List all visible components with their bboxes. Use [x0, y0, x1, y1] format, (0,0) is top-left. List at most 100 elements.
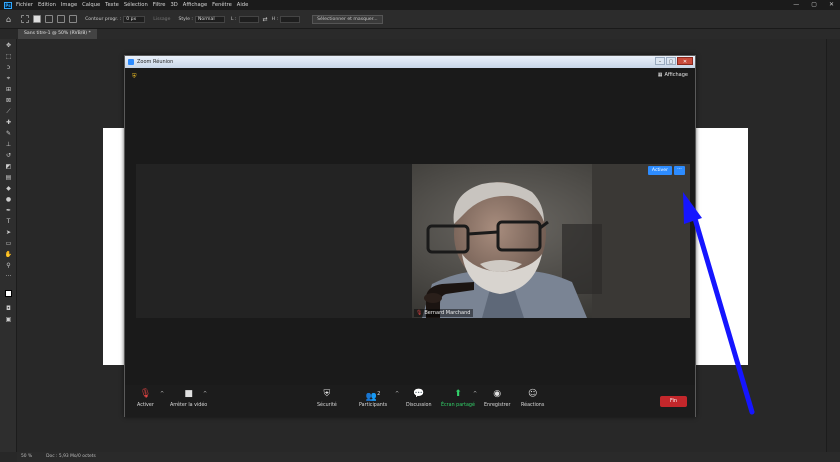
menu-selection[interactable]: Sélection — [124, 2, 148, 8]
doc-info: Doc : 5,93 Mo/0 octets — [46, 454, 96, 459]
unmute-button[interactable]: 🎙 Activer — [137, 389, 154, 408]
height-input[interactable] — [280, 15, 301, 23]
menu-texte[interactable]: Texte — [105, 2, 119, 8]
document-tab-bar — [18, 29, 840, 39]
style-label: Style : — [178, 16, 193, 22]
home-icon[interactable]: ⌂ — [6, 15, 11, 24]
dodge-tool-icon[interactable]: ● — [4, 196, 13, 204]
width-label: L : — [230, 16, 237, 22]
eyedropper-tool-icon[interactable]: ⟋ — [4, 108, 13, 116]
security-label: Sécurité — [317, 403, 337, 408]
end-meeting-button[interactable]: Fin — [660, 396, 687, 407]
document-canvas-left — [103, 128, 125, 365]
activate-button[interactable]: Activer — [647, 166, 672, 175]
menu-aide[interactable]: Aide — [237, 2, 248, 8]
feather-input[interactable]: 0 px — [123, 15, 146, 23]
menu-3d[interactable]: 3D — [171, 2, 178, 8]
path-selection-tool-icon[interactable]: ➤ — [4, 229, 13, 237]
participants-chevron-icon[interactable]: ^ — [395, 391, 399, 397]
status-bar: 50 % Doc : 5,93 Mo/0 octets — [17, 452, 840, 462]
style-select[interactable]: Normal — [194, 15, 225, 23]
reactions-button[interactable]: ☺ Réactions — [521, 389, 544, 408]
chat-label: Discussion — [406, 403, 432, 408]
maximize-button[interactable]: ▢ — [811, 1, 817, 8]
swap-icon[interactable]: ⇄ — [263, 16, 268, 23]
photoshop-logo: Ps — [4, 1, 12, 9]
color-swatches-icon[interactable] — [4, 289, 13, 297]
stop-video-button[interactable]: ■ Arrêter la vidéo — [170, 389, 207, 408]
clone-stamp-tool-icon[interactable]: ⊥ — [4, 141, 13, 149]
share-screen-button[interactable]: ⬆ Écran partagé — [441, 389, 475, 408]
stop-video-label: Arrêter la vidéo — [170, 403, 208, 408]
brush-tool-icon[interactable]: ✎ — [4, 130, 13, 138]
document-canvas-right — [694, 128, 748, 365]
intersect-selection-icon[interactable] — [69, 15, 78, 23]
document-tab[interactable]: Sans titre-1 @ 50% (RVB/8) * — [18, 29, 97, 39]
marquee-tool-icon[interactable] — [21, 15, 30, 23]
pen-tool-icon[interactable]: ✒ — [4, 207, 13, 215]
menu-image[interactable]: Image — [61, 2, 77, 8]
audio-options-chevron-icon[interactable]: ^ — [160, 391, 164, 397]
blur-tool-icon[interactable]: ◆ — [4, 185, 13, 193]
add-selection-icon[interactable] — [45, 15, 54, 23]
width-input[interactable] — [238, 15, 259, 23]
screen-mode-icon[interactable]: ▣ — [4, 316, 13, 324]
more-options-button[interactable]: ··· — [674, 166, 685, 175]
menu-fichier[interactable]: Fichier — [16, 2, 33, 8]
muted-mic-icon: 🎙 — [416, 310, 423, 316]
unmute-label: Activer — [137, 403, 154, 408]
type-tool-icon[interactable]: T — [4, 218, 13, 226]
more-tools-icon[interactable]: ··· — [4, 273, 13, 281]
gradient-tool-icon[interactable]: ▤ — [4, 174, 13, 182]
minimize-button[interactable]: — — [793, 1, 799, 8]
lasso-tool-icon[interactable]: ↄ — [4, 64, 13, 72]
security-shield-toolbar-icon: ⛨ — [323, 389, 331, 399]
menu-affichage[interactable]: Affichage — [183, 2, 207, 8]
crop-tool-icon[interactable]: ⊞ — [4, 86, 13, 94]
history-brush-tool-icon[interactable]: ↺ — [4, 152, 13, 160]
shape-tool-icon[interactable]: ▭ — [4, 240, 13, 248]
rectangle-marquee-tool-icon[interactable]: ⬚ — [4, 53, 13, 61]
zoom-window-title: Zoom Réunion — [137, 59, 174, 65]
muted-microphone-icon: 🎙 — [139, 389, 152, 399]
right-panel-strip — [826, 39, 840, 452]
new-selection-icon[interactable] — [33, 15, 42, 23]
zoom-close-button[interactable]: ✕ — [677, 57, 693, 65]
share-options-chevron-icon[interactable]: ^ — [473, 391, 477, 397]
zoom-title-bar[interactable]: Zoom Réunion — [125, 56, 695, 68]
view-button-label: Affichage — [664, 72, 689, 78]
grid-icon: ▦ — [657, 72, 663, 78]
reactions-label: Réactions — [521, 403, 545, 408]
feather-label: Contour progr. : — [85, 16, 122, 22]
hand-tool-icon[interactable]: ✋ — [4, 251, 13, 259]
subtract-selection-icon[interactable] — [57, 15, 66, 23]
participants-button[interactable]: 👥2 Participants — [359, 389, 387, 408]
security-shield-icon[interactable]: ⛨ — [132, 73, 138, 80]
zoom-tool-icon[interactable]: ⚲ — [4, 262, 13, 270]
zoom-minimize-button[interactable]: – — [655, 57, 665, 65]
record-label: Enregistrer — [484, 403, 511, 408]
healing-brush-tool-icon[interactable]: ✚ — [4, 119, 13, 127]
menu-edition[interactable]: Edition — [38, 2, 56, 8]
menu-filtre[interactable]: Filtre — [153, 2, 166, 8]
menu-fenetre[interactable]: Fenêtre — [212, 2, 232, 8]
video-options-chevron-icon[interactable]: ^ — [203, 391, 207, 397]
close-button[interactable]: ✕ — [829, 1, 834, 8]
record-button[interactable]: ◉ Enregistrer — [484, 389, 510, 408]
zoom-maximize-button[interactable]: ▢ — [666, 57, 676, 65]
chat-button[interactable]: 💬 Discussion — [406, 389, 432, 408]
antialias-checkbox[interactable]: Lissage — [153, 17, 170, 22]
frame-tool-icon[interactable]: ⊠ — [4, 97, 13, 105]
object-selection-tool-icon[interactable]: ⌖ — [4, 75, 13, 83]
empty-video-tile — [136, 164, 412, 318]
view-button[interactable]: ▦ Affichage — [658, 72, 688, 78]
security-button[interactable]: ⛨ Sécurité — [317, 389, 337, 408]
participants-count: 2 — [377, 391, 381, 397]
zoom-level[interactable]: 50 % — [21, 452, 32, 462]
participant-video-tile[interactable]: Activer ··· 🎙 Bernard Marchand — [412, 164, 690, 318]
select-and-mask-button[interactable]: Sélectionner et masquer... — [312, 14, 383, 24]
menu-calque[interactable]: Calque — [82, 2, 100, 8]
move-tool-icon[interactable]: ✥ — [4, 42, 13, 50]
quick-mask-icon[interactable]: ◘ — [4, 305, 13, 313]
eraser-tool-icon[interactable]: ◩ — [4, 163, 13, 171]
